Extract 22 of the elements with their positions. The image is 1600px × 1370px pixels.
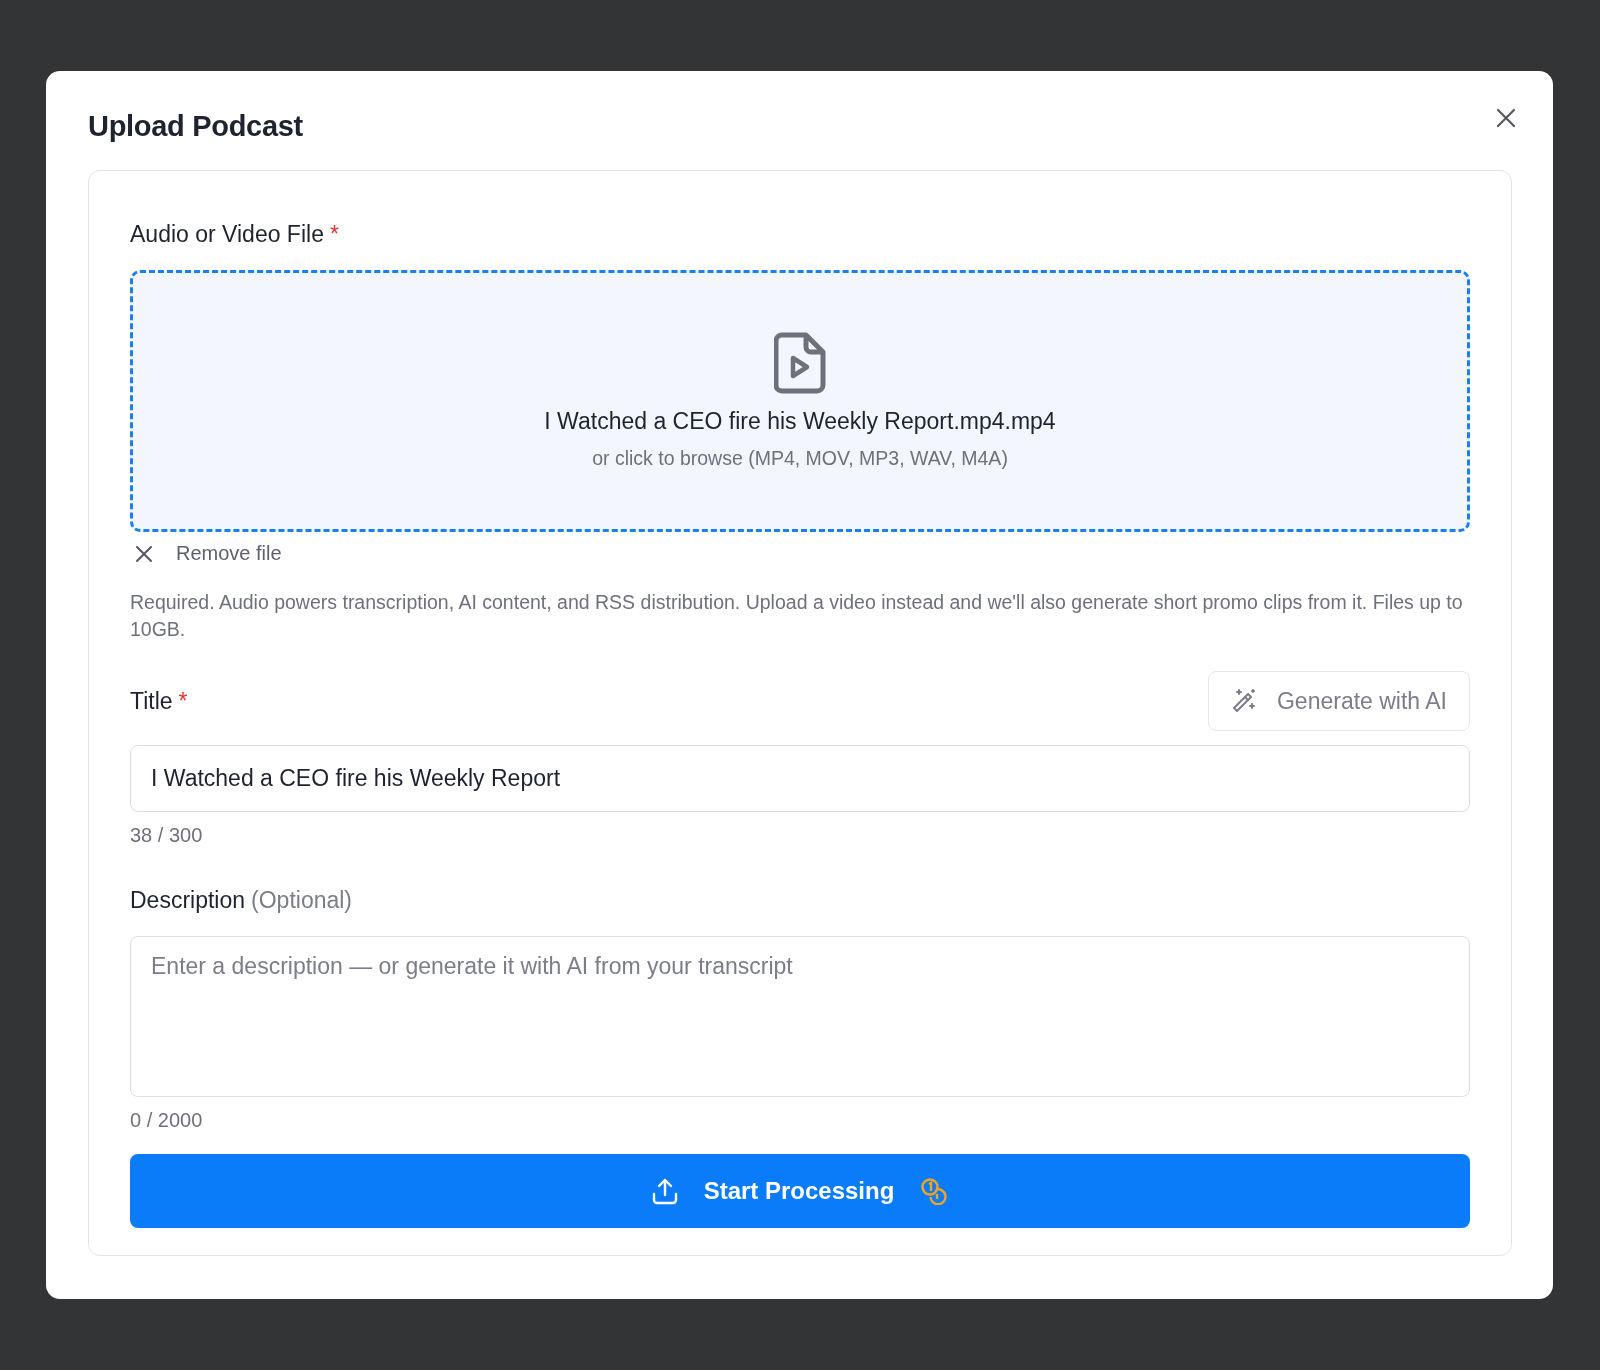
optional-note: (Optional) <box>251 887 353 914</box>
required-asterisk: * <box>178 687 188 715</box>
character-counter: 0 / 2000 <box>130 1109 204 1132</box>
file-drop-zone[interactable]: I Watched a CEO fire his Weekly Report.mp4.mp4 or click to browse (MP4, MOV, MP3, WAV, M4A) <box>130 270 1470 532</box>
start-processing-button[interactable]: Start Processing <box>130 1154 1470 1228</box>
dialog-title: Upload Podcast <box>88 110 303 143</box>
field-label: Description <box>130 887 246 914</box>
file-name: I Watched a CEO fire his Weekly Report.mp4.mp4 <box>544 408 1056 435</box>
browse-hint: or click to browse (MP4, MOV, MP3, WAV, M4A) <box>592 447 1008 470</box>
description-input[interactable]: Enter a description — or generate it with AI from your transcript <box>130 936 1470 1097</box>
help-text: Required. Audio powers transcription, AI content, and RSS distribution. Upload a video instead and we'll also generate short promo clips from it. Files up to 10GB. <box>130 590 1464 642</box>
magic-wand-icon <box>1230 688 1257 714</box>
required-asterisk: * <box>329 221 339 248</box>
character-counter: 38 / 300 <box>130 824 204 847</box>
field-label: Title <box>130 687 173 715</box>
remove-file-button[interactable]: Remove file <box>134 542 282 565</box>
title-input[interactable]: I Watched a CEO fire his Weekly Report <box>130 745 1470 812</box>
close-icon <box>134 543 154 564</box>
upload-icon <box>651 1177 678 1205</box>
coins-icon <box>920 1177 949 1205</box>
video-file-icon <box>774 332 826 394</box>
field-label: Audio or Video File <box>130 221 324 248</box>
